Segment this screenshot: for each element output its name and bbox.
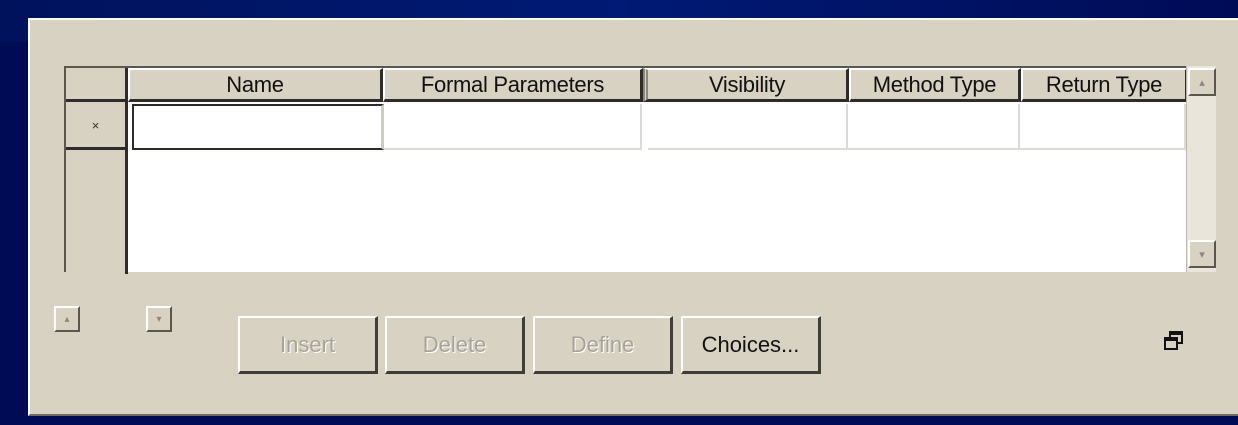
column-header-formal-parameters[interactable]: Formal Parameters — [383, 68, 643, 102]
column-header-name[interactable]: Name — [128, 68, 383, 102]
define-button[interactable]: Define — [533, 316, 673, 374]
insert-button[interactable]: Insert — [238, 316, 378, 374]
chevron-up-icon: ▴ — [1199, 76, 1205, 89]
restore-button[interactable] — [1154, 322, 1194, 360]
insert-button-label: Insert — [279, 331, 336, 357]
column-header-method-type[interactable]: Method Type — [849, 68, 1021, 102]
column-header-return-type[interactable]: Return Type — [1021, 68, 1188, 102]
cell-visibility[interactable] — [648, 104, 848, 150]
grid-corner-cell — [66, 68, 128, 102]
methods-grid: × Name Formal Parameters Visibility Meth… — [64, 66, 1188, 274]
delete-button[interactable]: Delete — [385, 316, 525, 374]
delete-button-label: Delete — [422, 331, 487, 357]
choices-button-label: Choices... — [701, 331, 800, 357]
scroll-down-button[interactable]: ▾ — [1188, 240, 1216, 268]
cell-method-type[interactable] — [848, 104, 1020, 150]
move-row-up-button[interactable]: ▴ — [54, 306, 80, 332]
grid-vertical-scrollbar[interactable]: ▴ ▾ — [1186, 66, 1216, 272]
restore-window-icon — [1164, 331, 1183, 350]
choices-button[interactable]: Choices... — [681, 316, 821, 374]
arrow-down-icon: ▾ — [156, 313, 162, 325]
chevron-down-icon: ▾ — [1199, 248, 1205, 261]
cell-return-type[interactable] — [1020, 104, 1186, 150]
cell-formal-parameters[interactable] — [384, 104, 642, 150]
column-header-label: Return Type — [1045, 71, 1163, 97]
scroll-up-button[interactable]: ▴ — [1188, 68, 1216, 96]
arrow-up-icon: ▴ — [64, 313, 70, 325]
column-header-label: Name — [226, 71, 284, 97]
methods-panel: × Name Formal Parameters Visibility Meth… — [28, 18, 1238, 416]
column-header-label: Method Type — [872, 71, 997, 97]
new-row-marker: × — [91, 118, 100, 133]
define-button-label: Define — [570, 331, 635, 357]
column-header-label: Visibility — [708, 71, 786, 97]
column-header-label: Formal Parameters — [420, 71, 605, 97]
cell-name-input[interactable] — [132, 104, 384, 150]
column-header-visibility[interactable]: Visibility — [643, 68, 849, 102]
new-row-header[interactable]: × — [66, 104, 128, 150]
move-row-down-button[interactable]: ▾ — [146, 306, 172, 332]
